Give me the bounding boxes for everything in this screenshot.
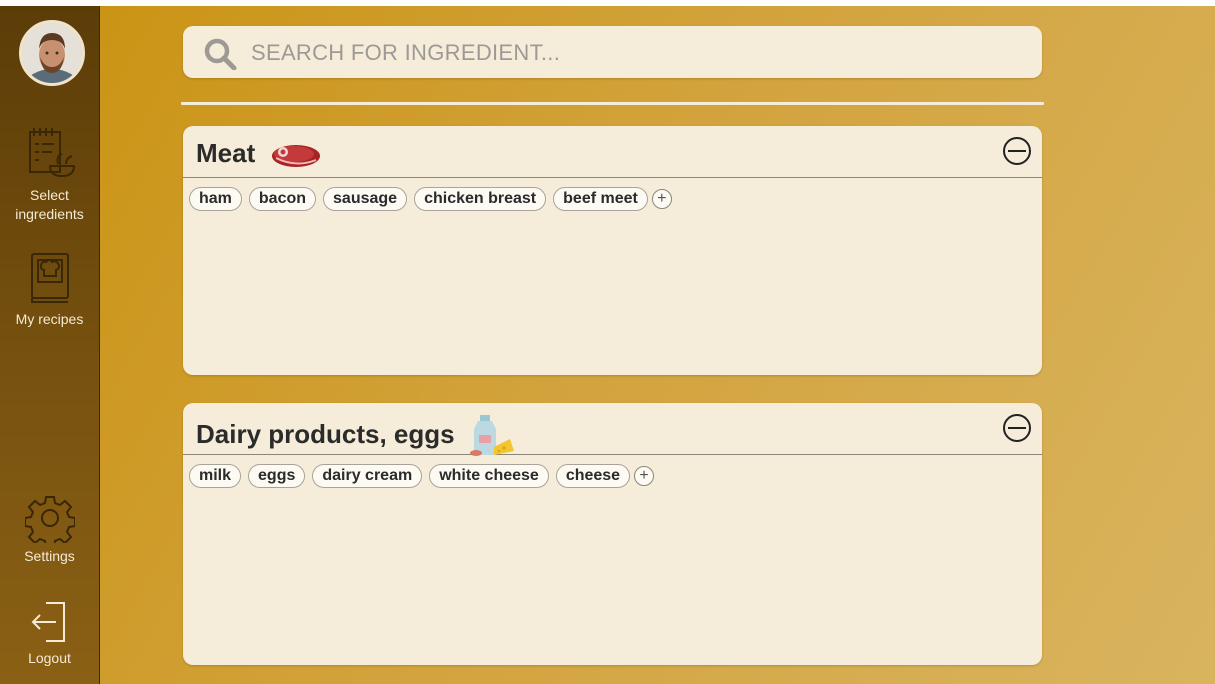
recipe-list-icon xyxy=(28,128,75,178)
sidebar-item-label: My recipes xyxy=(15,311,84,327)
sidebar-item-logout[interactable]: Logout xyxy=(0,599,99,668)
search-input[interactable] xyxy=(249,34,1023,72)
ingredient-chip[interactable]: sausage xyxy=(323,187,408,211)
logout-icon xyxy=(31,602,65,642)
search-bar xyxy=(183,26,1042,78)
ingredient-chip[interactable]: beef meet xyxy=(553,187,648,211)
category-panel-dairy: Dairy products, eggs milk eggs dairy cre… xyxy=(183,403,1042,665)
ingredient-chip[interactable]: white cheese xyxy=(429,464,549,488)
ingredient-chip[interactable]: cheese xyxy=(555,464,631,488)
search-icon[interactable] xyxy=(203,38,239,70)
ingredient-chip[interactable]: ham xyxy=(189,187,242,211)
category-panel-meat: Meat ham bacon sausage chicken breast be… xyxy=(183,126,1042,375)
ingredient-chip-list: milk eggs dairy cream white cheese chees… xyxy=(189,464,655,488)
category-title-text: Meat xyxy=(196,138,256,168)
collapse-button[interactable] xyxy=(1002,413,1032,443)
collapse-button[interactable] xyxy=(1002,136,1032,166)
ingredient-chip[interactable]: dairy cream xyxy=(312,464,423,488)
ingredient-chip[interactable]: chicken breast xyxy=(414,187,547,211)
sidebar-item-label: Logout xyxy=(28,650,71,666)
category-header: Meat xyxy=(183,126,1042,178)
ingredient-chip-list: ham bacon sausage chicken breast beef me… xyxy=(189,187,672,211)
sidebar: Select ingredients My recipes Settings L… xyxy=(0,6,100,684)
avatar[interactable] xyxy=(19,20,85,86)
sidebar-item-label: Select ingredients xyxy=(15,187,84,222)
app-window: Select ingredients My recipes Settings L… xyxy=(0,6,1215,684)
sidebar-item-my-recipes[interactable]: My recipes xyxy=(0,250,99,329)
ingredient-chip[interactable]: eggs xyxy=(248,464,306,488)
recipe-book-icon xyxy=(30,253,69,303)
ingredient-chip[interactable]: bacon xyxy=(248,187,317,211)
ingredient-chip[interactable]: milk xyxy=(189,464,242,488)
category-title: Meat xyxy=(196,138,322,172)
sidebar-item-select-ingredients[interactable]: Select ingredients xyxy=(0,124,99,224)
category-header: Dairy products, eggs xyxy=(183,403,1042,456)
sidebar-item-label: Settings xyxy=(24,548,75,564)
category-title: Dairy products, eggs xyxy=(196,413,516,459)
divider xyxy=(181,102,1044,105)
milk-cheese-icon xyxy=(469,415,514,456)
category-title-text: Dairy products, eggs xyxy=(196,418,455,449)
add-ingredient-button[interactable]: + xyxy=(634,466,655,486)
gear-icon xyxy=(24,496,75,543)
sidebar-item-settings[interactable]: Settings xyxy=(0,493,99,566)
steak-icon xyxy=(272,145,321,168)
add-ingredient-button[interactable]: + xyxy=(651,189,672,209)
